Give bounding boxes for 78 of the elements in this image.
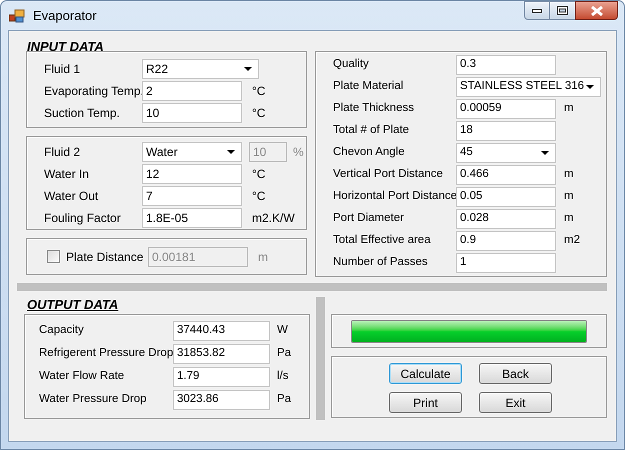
unit-label: Pa [277,346,292,362]
input-field[interactable]: 10 [142,103,242,123]
field-label: Water Flow Rate [39,369,126,384]
field-label: Total # of Plate [333,123,410,138]
button[interactable]: Exit [479,392,552,413]
dropdown-arrow-icon [541,151,549,155]
field-label: Evaporating Temp. [44,83,142,100]
input-field[interactable]: 0.028 [456,209,556,229]
input-field[interactable]: 12 [142,164,242,184]
dropdown-arrow-icon [586,85,594,89]
field-label: Plate Thickness [333,101,415,116]
field-label: Port Diameter [333,211,405,226]
unit-label: °C [252,188,266,205]
maximize-icon [557,6,568,15]
unit-label: Pa [277,392,292,408]
input-field: 0.00181 [148,246,248,266]
minimize-icon [532,8,542,12]
input-field[interactable]: 1 [456,253,556,273]
button[interactable]: Back [479,363,552,384]
unit-label: °C [252,166,266,183]
input-field[interactable]: 1.8E-05 [142,208,242,228]
input-field: 10 [249,142,287,162]
close-button[interactable] [575,1,618,20]
dropdown-arrow-icon [227,150,235,154]
input-field[interactable]: 0.00059 [456,99,556,119]
field-label: Fouling Factor [44,210,122,227]
window-title: Evaporator [33,6,97,25]
button[interactable]: Calculate [389,363,462,384]
input-field[interactable]: 3023.86 [173,390,270,410]
field-label: Number of Passes [333,255,429,270]
section-heading: INPUT DATA [27,39,105,55]
field-label: Water Pressure Drop [39,392,148,408]
unit-label: % [293,144,304,161]
unit-label: °C [252,83,266,100]
unit-label: l/s [277,369,288,384]
unit-label: m2 [564,233,580,248]
input-field[interactable]: 0.9 [456,231,556,251]
minimize-button[interactable] [524,1,550,20]
input-field[interactable]: 31853.82 [173,344,270,364]
input-field[interactable]: 0.466 [456,165,556,185]
field-label: Vertical Port Distance [333,167,444,182]
input-field[interactable]: 0.05 [456,187,556,207]
field-label: Chevon Angle [333,145,406,160]
field-label: Fluid 2 [44,144,82,161]
field-label: Suction Temp. [44,105,121,122]
input-field[interactable]: 1.79 [173,367,270,387]
field-label: Horizontal Port Distance [333,189,456,204]
field-label: Plate Material [333,79,404,94]
input-field[interactable]: 2 [142,81,242,101]
unit-label: m [564,211,574,226]
field-label: Water Out [44,188,100,205]
unit-label: W [277,323,288,338]
field-label: Capacity [39,323,85,338]
unit-label: m [564,101,574,116]
section-heading: OUTPUT DATA [27,297,120,313]
unit-label: m [564,189,574,204]
input-field[interactable]: 0.3 [456,55,556,75]
unit-label: m [564,167,574,182]
unit-label: m2.K/W [252,210,295,227]
dropdown[interactable]: Water [142,142,242,162]
field-label: Water In [44,166,90,183]
close-icon [590,6,602,16]
input-field[interactable]: 18 [456,121,556,141]
dropdown[interactable]: R22 [142,59,259,79]
input-field[interactable]: 7 [142,186,242,206]
maximize-button[interactable] [550,1,575,20]
input-field[interactable]: 37440.43 [173,321,270,341]
field-label: Refrigerent Pressure Drop [39,346,173,362]
field-label: Quality [333,57,370,72]
dropdown[interactable]: 45 [456,143,556,163]
dropdown[interactable]: STAINLESS STEEL 316 [456,77,601,97]
unit-label: m [258,248,268,266]
field-label: Total Effective area [333,233,432,248]
button[interactable]: Print [389,392,462,413]
app-icon [9,8,25,22]
dropdown-arrow-icon [244,67,252,71]
unit-label: °C [252,105,266,122]
field-label: Fluid 1 [44,61,82,78]
